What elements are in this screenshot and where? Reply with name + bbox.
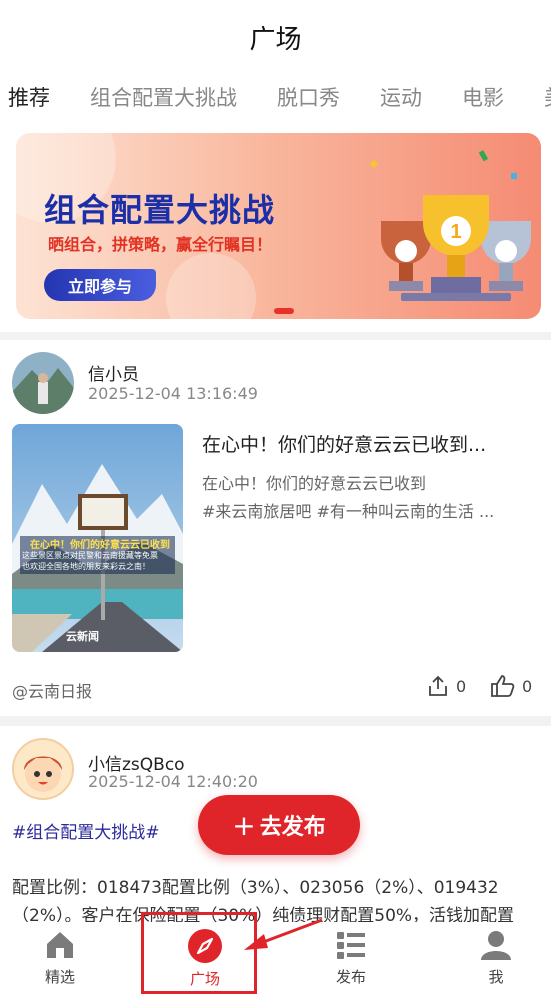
tab-movies[interactable]: 电影 xyxy=(442,82,524,112)
banner-subtitle: 晒组合，拼策略，赢全行瞩目！ xyxy=(48,235,273,254)
list-icon xyxy=(337,932,365,959)
post-time: 2025-12-04 13:16:49 xyxy=(88,384,258,403)
tab-talk-show[interactable]: 脱口秀 xyxy=(257,82,360,112)
avatar[interactable] xyxy=(12,738,74,800)
plus-icon: + xyxy=(232,808,256,842)
avatar-photo-icon xyxy=(12,352,74,414)
category-tabs: 推荐 组合配置大挑战 脱口秀 运动 电影 美 xyxy=(0,74,551,120)
carousel-indicator xyxy=(274,308,294,314)
post-tags[interactable]: #来云南旅居吧 #有一种叫云南的生活 ... xyxy=(202,498,494,522)
publish-label: 去发布 xyxy=(259,815,326,840)
nav-label: 我 xyxy=(488,968,504,986)
banner-section: 组合配置大挑战 晒组合，拼策略，赢全行瞩目！ 立即参与 1 xyxy=(0,120,551,332)
trophies-icon: 1 xyxy=(369,150,531,301)
page-header: 广场 xyxy=(0,0,551,74)
user-icon xyxy=(481,931,511,960)
post-title[interactable]: 在心中！你们的好意云云已收到... xyxy=(202,430,486,457)
tab-recommended[interactable]: 推荐 xyxy=(0,82,70,112)
publish-button[interactable]: + 去发布 xyxy=(198,795,360,855)
tab-portfolio-challenge[interactable]: 组合配置大挑战 xyxy=(70,82,257,112)
avatar[interactable] xyxy=(12,352,74,414)
share-count: 0 xyxy=(456,676,467,696)
author-name[interactable]: 信小员 xyxy=(88,360,139,385)
post-description: 在心中！你们的好意云云已收到 xyxy=(202,474,427,493)
join-now-button[interactable]: 立即参与 xyxy=(44,269,156,301)
thumbnail-caption-line2: 这些景区景点对民警和云南援藏等免票 xyxy=(22,551,158,560)
nav-item-me[interactable]: 我 xyxy=(446,928,546,992)
thumbnail-caption: 在心中！你们的好意云云已收到 xyxy=(30,540,170,551)
annotation-arrow-icon xyxy=(244,918,323,950)
cartoon-avatar-icon xyxy=(24,756,62,792)
home-icon xyxy=(47,932,73,958)
share-button[interactable]: 0 xyxy=(426,674,466,698)
post-time: 2025-12-04 12:40:20 xyxy=(88,772,258,791)
like-count: 0 xyxy=(522,676,533,696)
nav-item-featured[interactable]: 精选 xyxy=(10,928,110,992)
svg-text:1: 1 xyxy=(450,221,461,243)
like-button[interactable]: 0 xyxy=(490,674,532,698)
decor-bubble xyxy=(166,253,256,319)
banner-title: 组合配置大挑战 xyxy=(44,191,276,229)
share-icon xyxy=(429,675,447,696)
page-title: 广场 xyxy=(249,24,302,55)
tab-more[interactable]: 美 xyxy=(524,82,551,112)
post-source[interactable]: @云南日报 xyxy=(12,678,92,702)
promo-banner[interactable]: 组合配置大挑战 晒组合，拼策略，赢全行瞩目！ 立即参与 1 xyxy=(16,133,541,319)
feed-post[interactable]: 信小员 2025-12-04 13:16:49 在心中！你们的好意云云已收到 这… xyxy=(0,340,551,716)
thumbnail-logo: 云新闻 xyxy=(66,630,99,643)
tab-sports[interactable]: 运动 xyxy=(360,82,442,112)
nav-label: 精选 xyxy=(44,968,75,986)
post-thumbnail[interactable]: 在心中！你们的好意云云已收到 这些景区景点对民警和云南援藏等免票 也欢迎全国各地… xyxy=(12,424,183,652)
thumbs-up-icon xyxy=(491,675,515,697)
thumbnail-caption-line3: 也欢迎全国各地的朋友来彩云之南！ xyxy=(22,562,150,571)
topic-tag[interactable]: #组合配置大挑战# xyxy=(12,818,160,843)
nav-label: 发布 xyxy=(335,968,366,986)
